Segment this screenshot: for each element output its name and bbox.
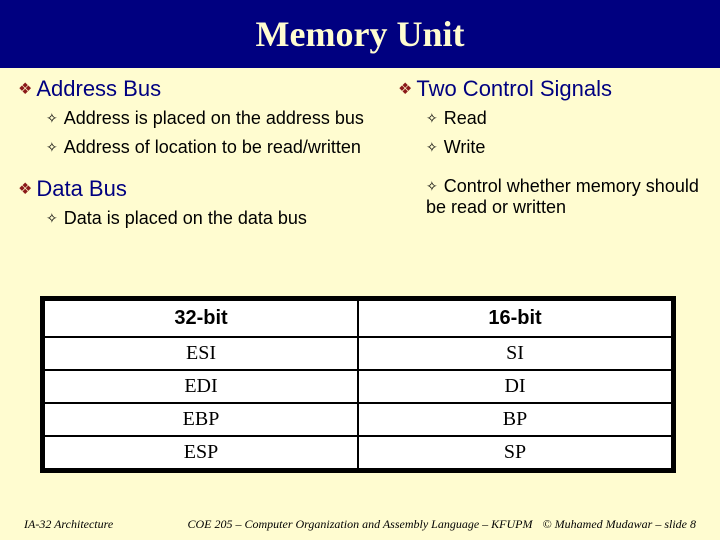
open-diamond-icon: ✧ [46, 210, 58, 227]
footer-middle: COE 205 – Computer Organization and Asse… [188, 517, 533, 532]
footer: IA-32 Architecture COE 205 – Computer Or… [0, 517, 720, 532]
sub-bullet: ✧ Data is placed on the data bus [46, 208, 398, 229]
open-diamond-icon: ✧ [46, 110, 58, 127]
col-header-16bit: 16-bit [358, 300, 672, 337]
slide-title: Memory Unit [256, 13, 465, 55]
sub-text: Read [444, 108, 487, 128]
heading-text: Address Bus [36, 76, 161, 101]
open-diamond-icon: ✧ [426, 139, 438, 156]
content-area: ❖Address Bus ✧Address is placed on the a… [0, 68, 720, 76]
open-diamond-icon: ✧ [426, 178, 438, 195]
sub-text: Address is placed on the address bus [64, 108, 364, 128]
heading-text: Data Bus [36, 176, 127, 201]
bullet-address-bus: ❖Address Bus [18, 76, 398, 102]
cell: EDI [44, 370, 358, 403]
table-row: ESI SI [44, 337, 672, 370]
diamond-icon: ❖ [398, 79, 412, 99]
sub-text: Write [444, 137, 486, 157]
cell: SP [358, 436, 672, 469]
sub-bullet: ✧Control whether memory should be read o… [426, 176, 708, 218]
diamond-icon: ❖ [18, 179, 32, 199]
cell: ESI [44, 337, 358, 370]
cell: EBP [44, 403, 358, 436]
sub-bullet: ✧ Write [426, 137, 708, 158]
open-diamond-icon: ✧ [46, 139, 58, 156]
sub-text: Control whether memory should be read or… [426, 176, 699, 217]
footer-right: © Muhamed Mudawar – slide 8 [543, 517, 696, 532]
cell: SI [358, 337, 672, 370]
left-column: ❖Address Bus ✧Address is placed on the a… [18, 76, 398, 237]
title-bar: Memory Unit [0, 0, 720, 68]
cell: ESP [44, 436, 358, 469]
sub-bullet: ✧ Address is placed on the address bus [46, 108, 398, 129]
right-column: ❖Two Control Signals ✧Read ✧Write ✧Contr… [398, 76, 708, 226]
sub-bullet: ✧ Address of location to be read/written [46, 137, 398, 158]
cell: BP [358, 403, 672, 436]
table-row: EBP BP [44, 403, 672, 436]
register-table: 32-bit 16-bit ESI SI EDI DI EBP BP ESP S… [40, 296, 676, 473]
heading-text: Two Control Signals [416, 76, 612, 101]
cell: DI [358, 370, 672, 403]
col-header-32bit: 32-bit [44, 300, 358, 337]
table-row: ESP SP [44, 436, 672, 469]
sub-bullet: ✧ Read [426, 108, 708, 129]
footer-left: IA-32 Architecture [24, 517, 113, 532]
table-row: EDI DI [44, 370, 672, 403]
open-diamond-icon: ✧ [426, 110, 438, 127]
bullet-control-signals: ❖Two Control Signals [398, 76, 708, 102]
sub-text: Data is placed on the data bus [64, 208, 307, 228]
bullet-data-bus: ❖Data Bus [18, 176, 398, 202]
sub-text: Address of location to be read/written [64, 137, 361, 157]
diamond-icon: ❖ [18, 79, 32, 99]
table-header-row: 32-bit 16-bit [44, 300, 672, 337]
